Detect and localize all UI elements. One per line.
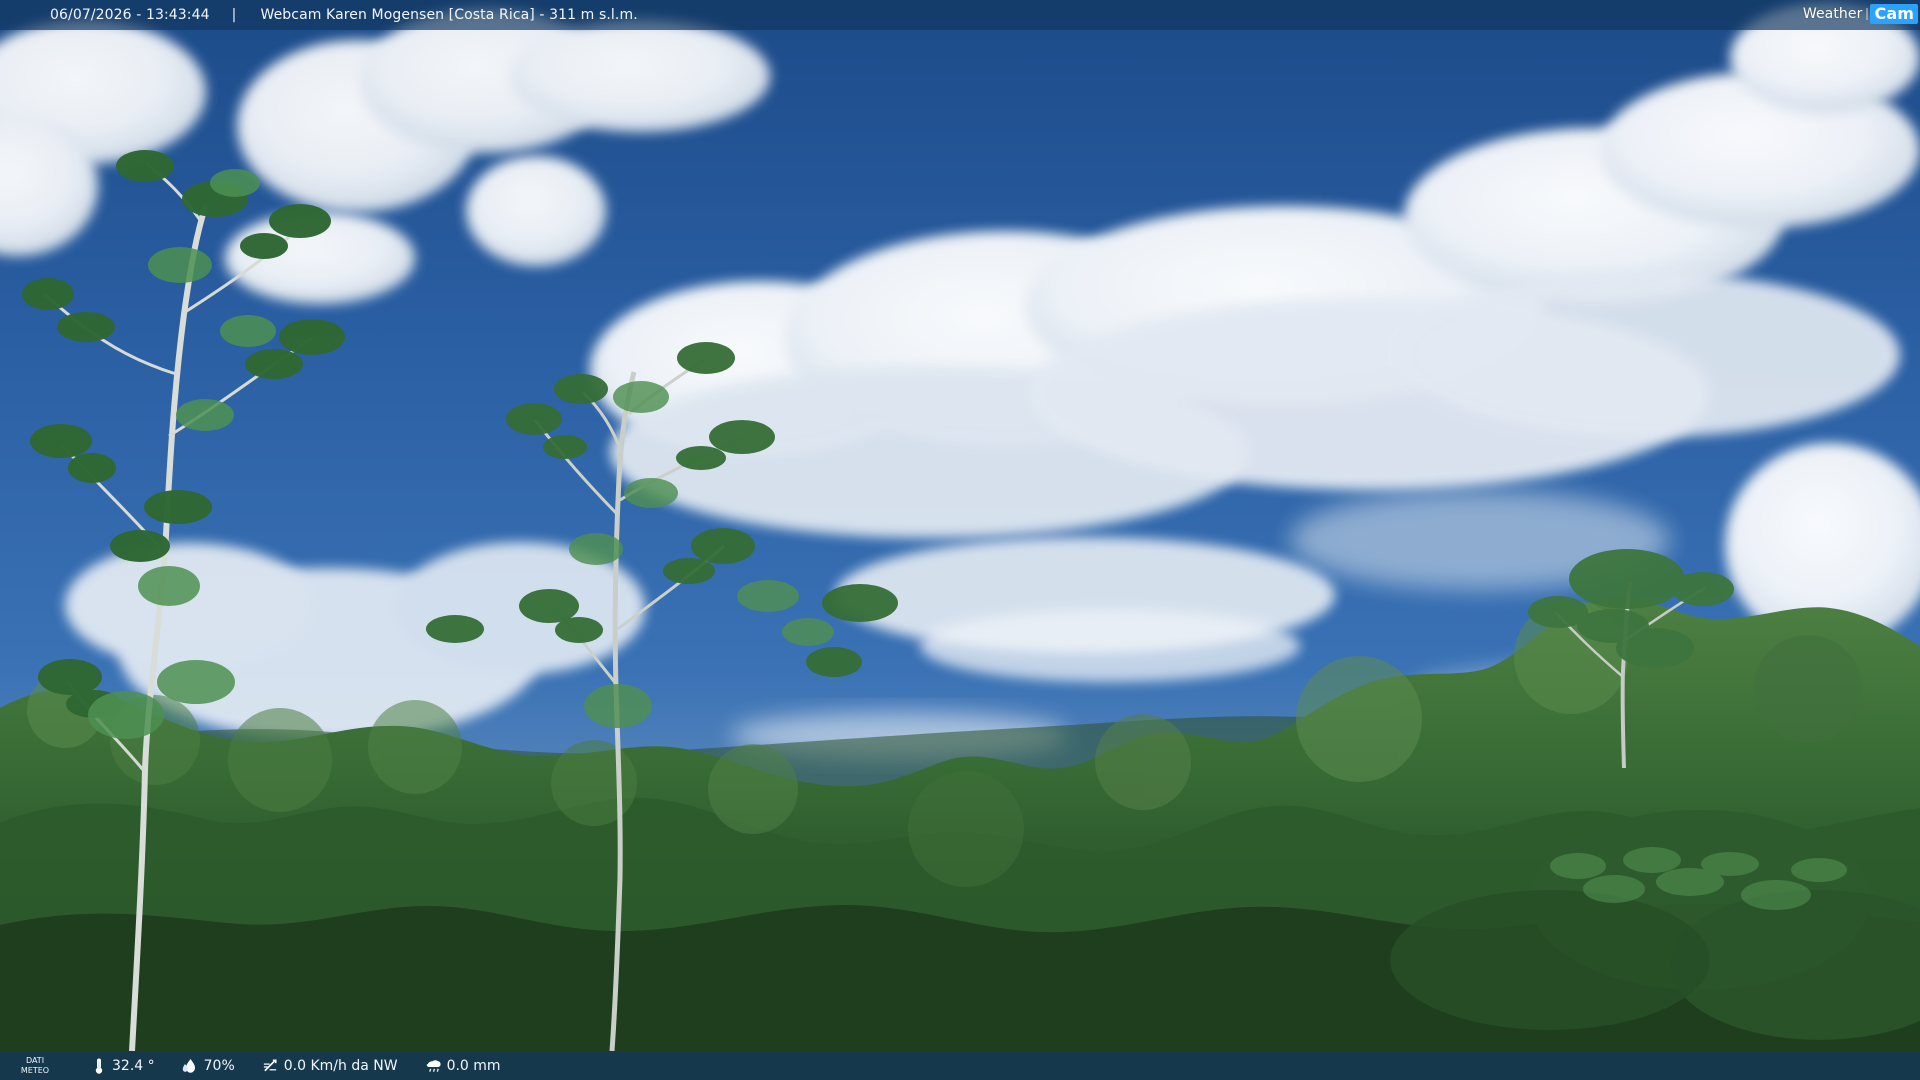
timestamp: 06/07/2026 - 13:43:44 xyxy=(50,7,210,23)
rain-value: 0.0 mm xyxy=(446,1057,501,1074)
weathercam-logo: Weather Cam xyxy=(1803,0,1920,28)
rain-readout: 0.0 mm xyxy=(425,1057,501,1075)
weather-data-label: DATI METEO xyxy=(20,1055,50,1075)
logo-weather-text: Weather xyxy=(1802,6,1863,22)
thermometer-icon xyxy=(90,1057,107,1075)
wind-value: 0.0 Km/h da NW xyxy=(283,1057,398,1074)
humidity-icon xyxy=(182,1057,199,1075)
wind-icon xyxy=(262,1057,279,1075)
logo-cam-text: Cam xyxy=(1870,4,1918,24)
camera-title: Webcam Karen Mogensen [Costa Rica] - 311… xyxy=(260,7,638,23)
temperature-readout: 32.4 ° xyxy=(90,1057,155,1075)
rain-gauge-icon xyxy=(425,1057,442,1075)
bottom-weather-bar: DATI METEO 32.4 ° 70% 0.0 Km/h da NW 0.0… xyxy=(0,1051,1920,1080)
landscape-scene xyxy=(0,0,1920,1080)
webcam-frame: 06/07/2026 - 13:43:44 | Webcam Karen Mog… xyxy=(0,0,1920,1080)
separator: | xyxy=(231,7,237,23)
temperature-value: 32.4 ° xyxy=(112,1057,155,1074)
humidity-value: 70% xyxy=(203,1057,235,1074)
humidity-readout: 70% xyxy=(182,1057,235,1075)
wind-readout: 0.0 Km/h da NW xyxy=(262,1057,398,1075)
top-overlay-bar: 06/07/2026 - 13:43:44 | Webcam Karen Mog… xyxy=(0,0,1920,30)
